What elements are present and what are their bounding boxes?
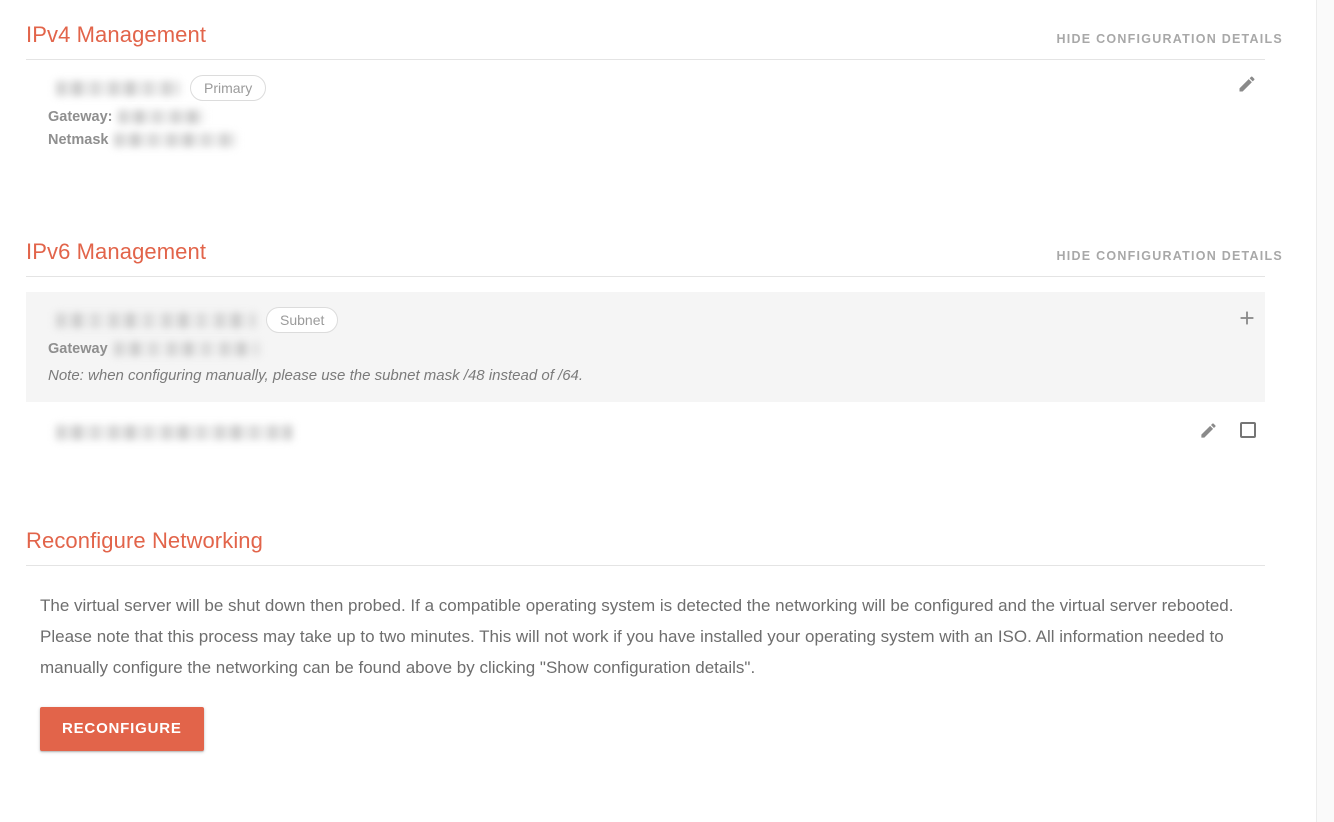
ipv4-address-value-redacted bbox=[56, 80, 180, 96]
ipv6-management-section: IPv6 Management HIDE CONFIGURATION DETAI… bbox=[0, 164, 1316, 456]
status-badge-subnet: Subnet bbox=[266, 307, 339, 333]
ipv6-divider bbox=[26, 276, 1265, 277]
ipv6-second-row-container bbox=[26, 402, 1265, 456]
ipv6-second-row-actions bbox=[1196, 418, 1256, 442]
ipv4-address-line: Primary bbox=[48, 74, 1239, 102]
ipv4-gateway-field: Gateway: bbox=[48, 109, 1239, 125]
reconfigure-divider bbox=[26, 565, 1265, 566]
ipv4-row-actions bbox=[1235, 72, 1259, 96]
ipv6-subnet-note: Note: when configuring manually, please … bbox=[48, 367, 584, 384]
add-icon[interactable] bbox=[1235, 306, 1259, 330]
ipv6-subnet-row-container: Subnet Gateway Note: when configuring ma… bbox=[0, 292, 1316, 402]
reconfigure-networking-section: Reconfigure Networking The virtual serve… bbox=[0, 456, 1316, 751]
table-row bbox=[26, 402, 1265, 456]
ipv6-toggle-configuration-details[interactable]: HIDE CONFIGURATION DETAILS bbox=[1057, 249, 1283, 263]
edit-icon[interactable] bbox=[1196, 418, 1220, 442]
main-content: IPv4 Management HIDE CONFIGURATION DETAI… bbox=[0, 0, 1316, 822]
vertical-scrollbar[interactable] bbox=[1316, 0, 1334, 822]
ipv4-netmask-value-redacted bbox=[114, 133, 237, 147]
ipv6-section-header: IPv6 Management HIDE CONFIGURATION DETAI… bbox=[0, 239, 1316, 265]
ipv6-address-line: Subnet bbox=[48, 306, 1239, 334]
ipv6-gateway-label: Gateway bbox=[48, 341, 108, 357]
ipv4-netmask-field: Netmask bbox=[48, 132, 1239, 148]
ipv6-gateway-value-redacted bbox=[113, 342, 259, 356]
status-badge-primary: Primary bbox=[190, 75, 267, 101]
page-root: IPv4 Management HIDE CONFIGURATION DETAI… bbox=[0, 0, 1334, 822]
ipv6-gateway-field: Gateway bbox=[48, 341, 1239, 357]
table-row: Primary Gateway: Netmask bbox=[26, 60, 1265, 164]
reconfigure-button[interactable]: RECONFIGURE bbox=[40, 707, 204, 751]
table-row: Subnet Gateway Note: when configuring ma… bbox=[26, 292, 1265, 402]
ipv4-management-section: IPv4 Management HIDE CONFIGURATION DETAI… bbox=[0, 0, 1316, 164]
select-checkbox[interactable] bbox=[1240, 422, 1256, 438]
ipv4-gateway-label: Gateway: bbox=[48, 109, 113, 125]
page-title-ipv6: IPv6 Management bbox=[26, 239, 207, 264]
page-title-ipv4: IPv4 Management bbox=[26, 22, 207, 47]
ipv4-netmask-label: Netmask bbox=[48, 132, 109, 148]
ipv4-section-header: IPv4 Management HIDE CONFIGURATION DETAI… bbox=[0, 22, 1316, 48]
ipv6-subnet-row-actions bbox=[1235, 306, 1259, 330]
reconfigure-description: The virtual server will be shut down the… bbox=[40, 596, 1234, 677]
edit-icon[interactable] bbox=[1235, 72, 1259, 96]
ipv4-row-container: Primary Gateway: Netmask bbox=[26, 60, 1265, 164]
ipv4-gateway-value-redacted bbox=[118, 110, 205, 124]
ipv6-address-value-redacted bbox=[56, 312, 256, 328]
ipv6-address-2-value-redacted bbox=[56, 424, 292, 440]
ipv6-address-line-2 bbox=[48, 418, 1239, 446]
reconfigure-section-header: Reconfigure Networking bbox=[0, 528, 1316, 554]
ipv4-toggle-configuration-details[interactable]: HIDE CONFIGURATION DETAILS bbox=[1057, 32, 1283, 46]
page-title-reconfigure: Reconfigure Networking bbox=[26, 528, 263, 553]
